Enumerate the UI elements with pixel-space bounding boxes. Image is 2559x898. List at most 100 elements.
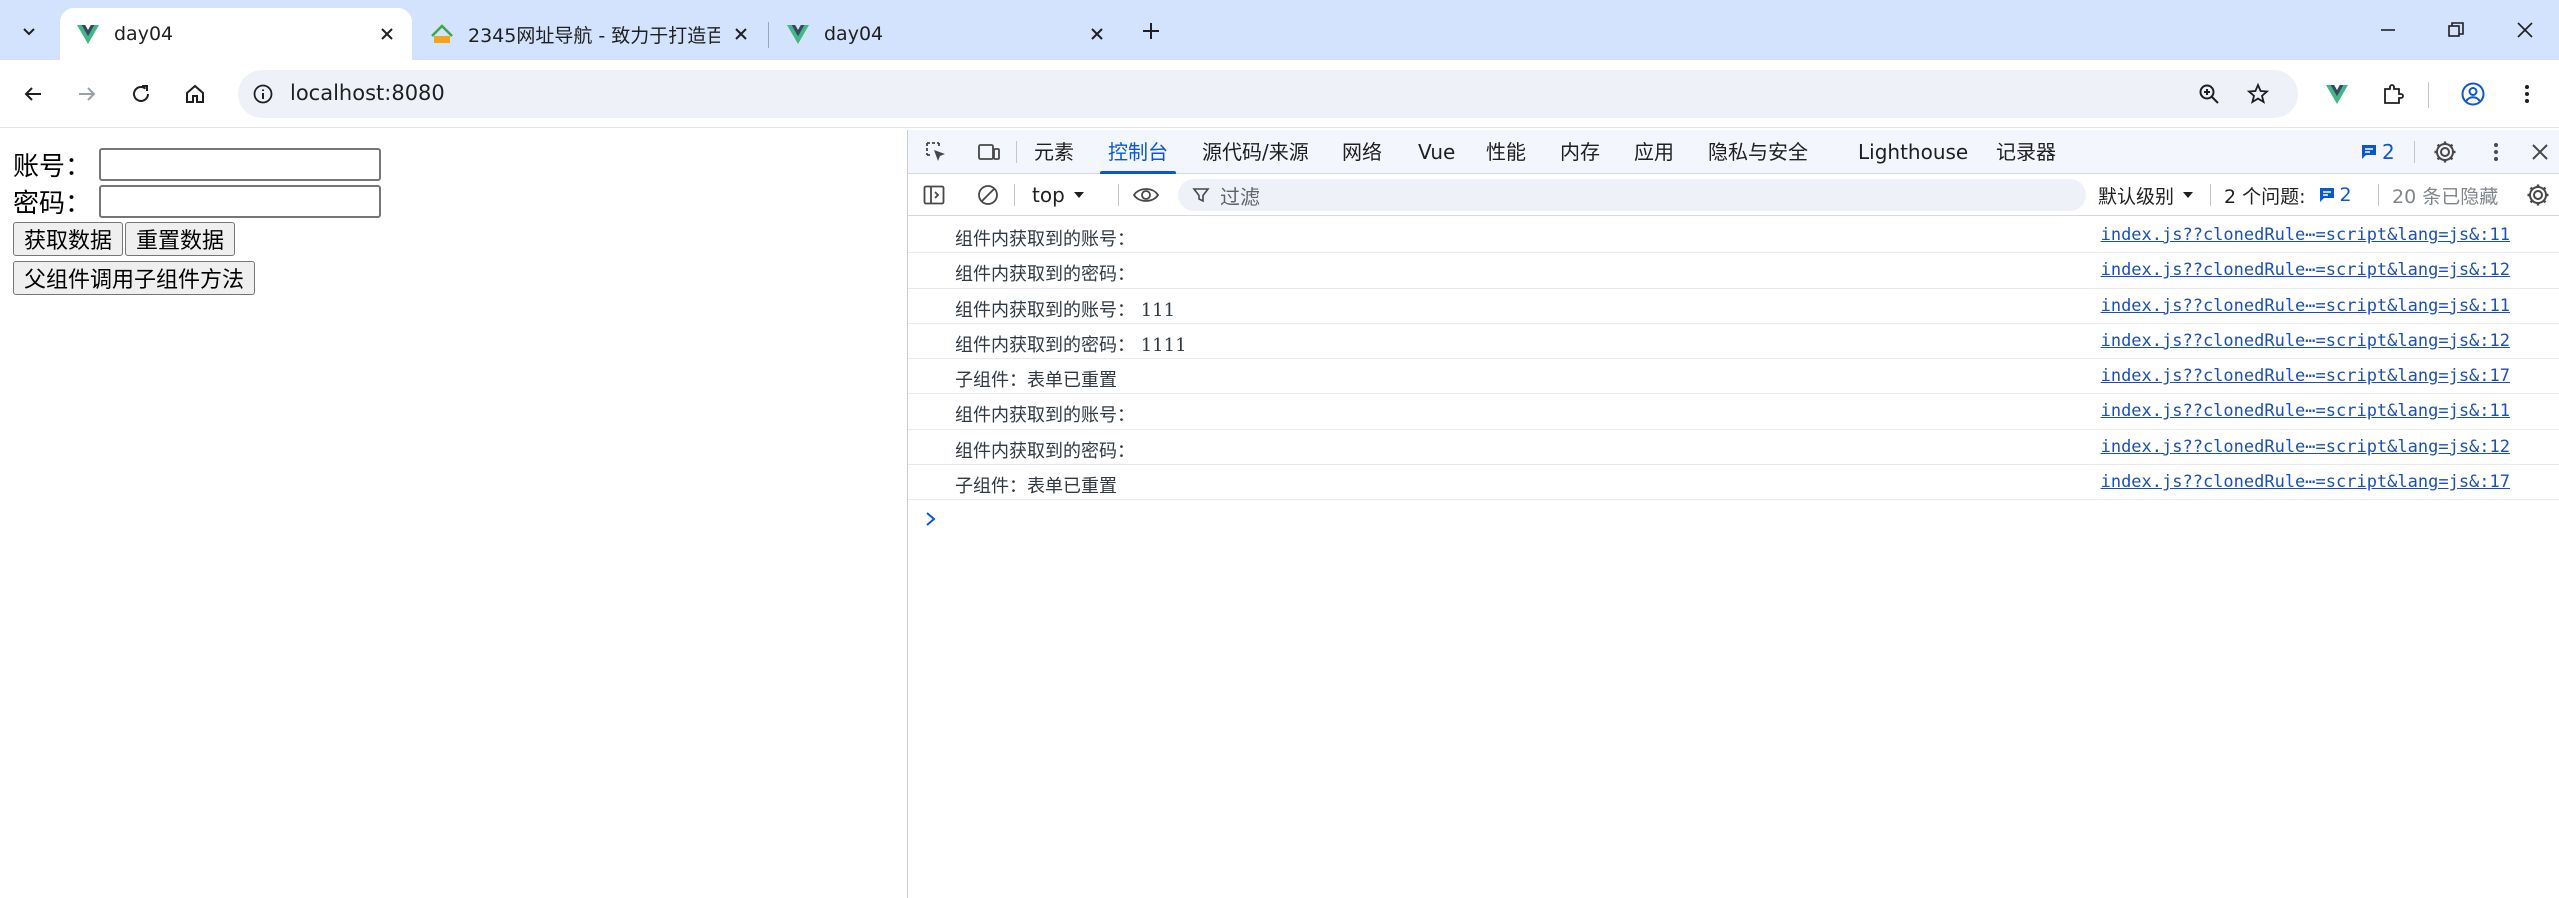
close-tab-icon[interactable] <box>1084 21 1110 47</box>
profile-button[interactable] <box>2454 75 2492 113</box>
log-source-link[interactable]: index.js??clonedRule⋯=script&lang=js&:12 <box>2101 260 2510 280</box>
message-icon <box>2319 188 2334 202</box>
browser-tab-strip: day04 2345网址导航 - 致力于打造百年 day04 <box>0 0 2559 60</box>
devtools-tab-lighthouse[interactable]: Lighthouse <box>1858 130 1968 174</box>
devtools-tab-memory[interactable]: 内存 <box>1560 130 1600 174</box>
log-message: 组件内获取到的密码： <box>955 264 1135 286</box>
console-messages: 组件内获取到的账号： index.js??clonedRule⋯=script&… <box>908 218 2559 536</box>
console-log-row: 组件内获取到的账号： 111 index.js??clonedRule⋯=scr… <box>908 289 2559 324</box>
console-log-row: 组件内获取到的账号： index.js??clonedRule⋯=script&… <box>908 394 2559 430</box>
console-filter-input[interactable]: 过滤 <box>1178 179 2086 211</box>
tab-separator <box>768 22 769 48</box>
issues-counter[interactable]: 2 个问题: 2 <box>2224 180 2352 210</box>
console-settings-gear-icon[interactable] <box>2524 181 2552 209</box>
call-child-row: 父组件调用子组件方法 <box>13 261 256 295</box>
close-tab-icon[interactable] <box>728 21 754 47</box>
more-vertical-icon[interactable] <box>2482 138 2510 166</box>
account-input[interactable] <box>99 148 381 181</box>
minimize-button[interactable] <box>2368 10 2408 50</box>
issues-badge-count: 2 <box>2382 140 2395 164</box>
filter-icon <box>1192 188 1210 203</box>
zoom-icon[interactable] <box>2194 79 2224 109</box>
browser-tab[interactable]: day04 <box>770 8 1122 60</box>
issues-counter-value: 2 <box>2339 184 2352 206</box>
console-filter-bar: top 过滤 默认级别 2 个问题: 2 20 条已隐藏 <box>908 174 2559 216</box>
tab-title: day04 <box>824 23 884 45</box>
tab-search-button[interactable] <box>12 14 46 48</box>
reload-icon <box>133 85 149 102</box>
devtools-tab-sources[interactable]: 源代码/来源 <box>1202 130 1309 174</box>
reload-button[interactable] <box>122 75 160 113</box>
context-value: top <box>1032 183 1065 207</box>
avatar-icon <box>2461 82 2485 106</box>
back-button[interactable] <box>14 75 52 113</box>
browser-tab[interactable]: 2345网址导航 - 致力于打造百年 <box>414 8 766 60</box>
get-data-button[interactable]: 获取数据 <box>13 222 124 256</box>
password-label: 密码： <box>13 188 92 218</box>
filter-placeholder: 过滤 <box>1220 184 1260 209</box>
log-source-link[interactable]: index.js??clonedRule⋯=script&lang=js&:12 <box>2101 437 2510 457</box>
log-source-link[interactable]: index.js??clonedRule⋯=script&lang=js&:11 <box>2101 401 2510 421</box>
log-level-selector[interactable]: 默认级别 <box>2098 180 2194 210</box>
gear-icon[interactable] <box>2431 138 2459 166</box>
inspect-element-icon[interactable] <box>922 138 950 166</box>
info-icon[interactable] <box>250 81 276 107</box>
password-row: 密码： <box>13 183 381 220</box>
log-source-link[interactable]: index.js??clonedRule⋯=script&lang=js&:17 <box>2101 472 2510 492</box>
forward-button[interactable] <box>68 75 106 113</box>
log-message: 组件内获取到的账号： 111 <box>955 299 1176 321</box>
reset-data-button[interactable]: 重置数据 <box>125 222 236 256</box>
console-log-row: 组件内获取到的密码： index.js??clonedRule⋯=script&… <box>908 253 2559 289</box>
restore-icon <box>2448 22 2464 37</box>
log-source-link[interactable]: index.js??clonedRule⋯=script&lang=js&:11 <box>2101 225 2510 245</box>
device-toolbar-icon[interactable] <box>975 138 1003 166</box>
devtools-tab-application[interactable]: 应用 <box>1634 130 1674 174</box>
browser-menu-button[interactable] <box>2508 75 2546 113</box>
issues-badge[interactable]: 2 <box>2360 130 2395 174</box>
log-message: 组件内获取到的密码： <box>955 440 1135 462</box>
message-icon <box>2362 145 2376 159</box>
chevron-down-icon <box>23 28 35 36</box>
button-row: 获取数据 重置数据 <box>13 222 236 256</box>
call-child-method-button[interactable]: 父组件调用子组件方法 <box>13 261 256 295</box>
issues-counter-label: 2 个问题: <box>2224 185 2306 208</box>
caret-down-icon <box>2183 192 2194 198</box>
devtools-tab-recorder[interactable]: 记录器 <box>1996 130 2056 174</box>
sidebar-toggle-icon[interactable] <box>920 181 948 209</box>
console-log-row: 子组件：表单已重置 index.js??clonedRule⋯=script&l… <box>908 359 2559 395</box>
bookmark-star-icon[interactable] <box>2243 79 2273 109</box>
vue-logo-icon <box>2326 85 2348 104</box>
log-source-link[interactable]: index.js??clonedRule⋯=script&lang=js&:12 <box>2101 331 2510 351</box>
minimize-icon <box>2381 29 2395 31</box>
close-devtools-icon[interactable] <box>2526 138 2554 166</box>
chevron-right-icon <box>924 508 938 532</box>
restore-button[interactable] <box>2436 10 2476 50</box>
context-selector[interactable]: top <box>1032 180 1085 210</box>
vue-devtools-extension-button[interactable] <box>2318 75 2356 113</box>
console-prompt-row[interactable] <box>908 500 2559 535</box>
account-row: 账号： <box>13 146 381 183</box>
log-source-link[interactable]: index.js??clonedRule⋯=script&lang=js&:17 <box>2101 366 2510 386</box>
home-button[interactable] <box>176 75 214 113</box>
close-tab-icon[interactable] <box>374 21 400 47</box>
eye-icon[interactable] <box>1132 181 1160 209</box>
devtools-separator <box>1014 184 1015 206</box>
devtools-tab-elements[interactable]: 元素 <box>1034 130 1074 174</box>
clear-console-icon[interactable] <box>974 181 1002 209</box>
vue-logo-icon <box>77 25 99 44</box>
log-message: 组件内获取到的密码： 1111 <box>955 334 1187 356</box>
devtools-tab-performance[interactable]: 性能 <box>1486 130 1526 174</box>
log-source-link[interactable]: index.js??clonedRule⋯=script&lang=js&:11 <box>2101 296 2510 316</box>
new-tab-button[interactable] <box>1134 14 1168 48</box>
console-log-row: 组件内获取到的密码： 1111 index.js??clonedRule⋯=sc… <box>908 324 2559 360</box>
browser-tab-active[interactable]: day04 <box>60 8 412 60</box>
devtools-tab-privacy-security[interactable]: 隐私与安全 <box>1708 130 1808 174</box>
extensions-button[interactable] <box>2374 75 2412 113</box>
address-bar[interactable]: localhost:8080 <box>238 70 2298 118</box>
arrow-right-icon <box>79 87 96 101</box>
devtools-tab-network[interactable]: 网络 <box>1342 130 1382 174</box>
devtools-tab-console[interactable]: 控制台 <box>1100 130 1176 174</box>
close-window-button[interactable] <box>2505 10 2545 50</box>
devtools-tab-vue[interactable]: Vue <box>1418 130 1455 174</box>
password-input[interactable] <box>99 185 381 218</box>
